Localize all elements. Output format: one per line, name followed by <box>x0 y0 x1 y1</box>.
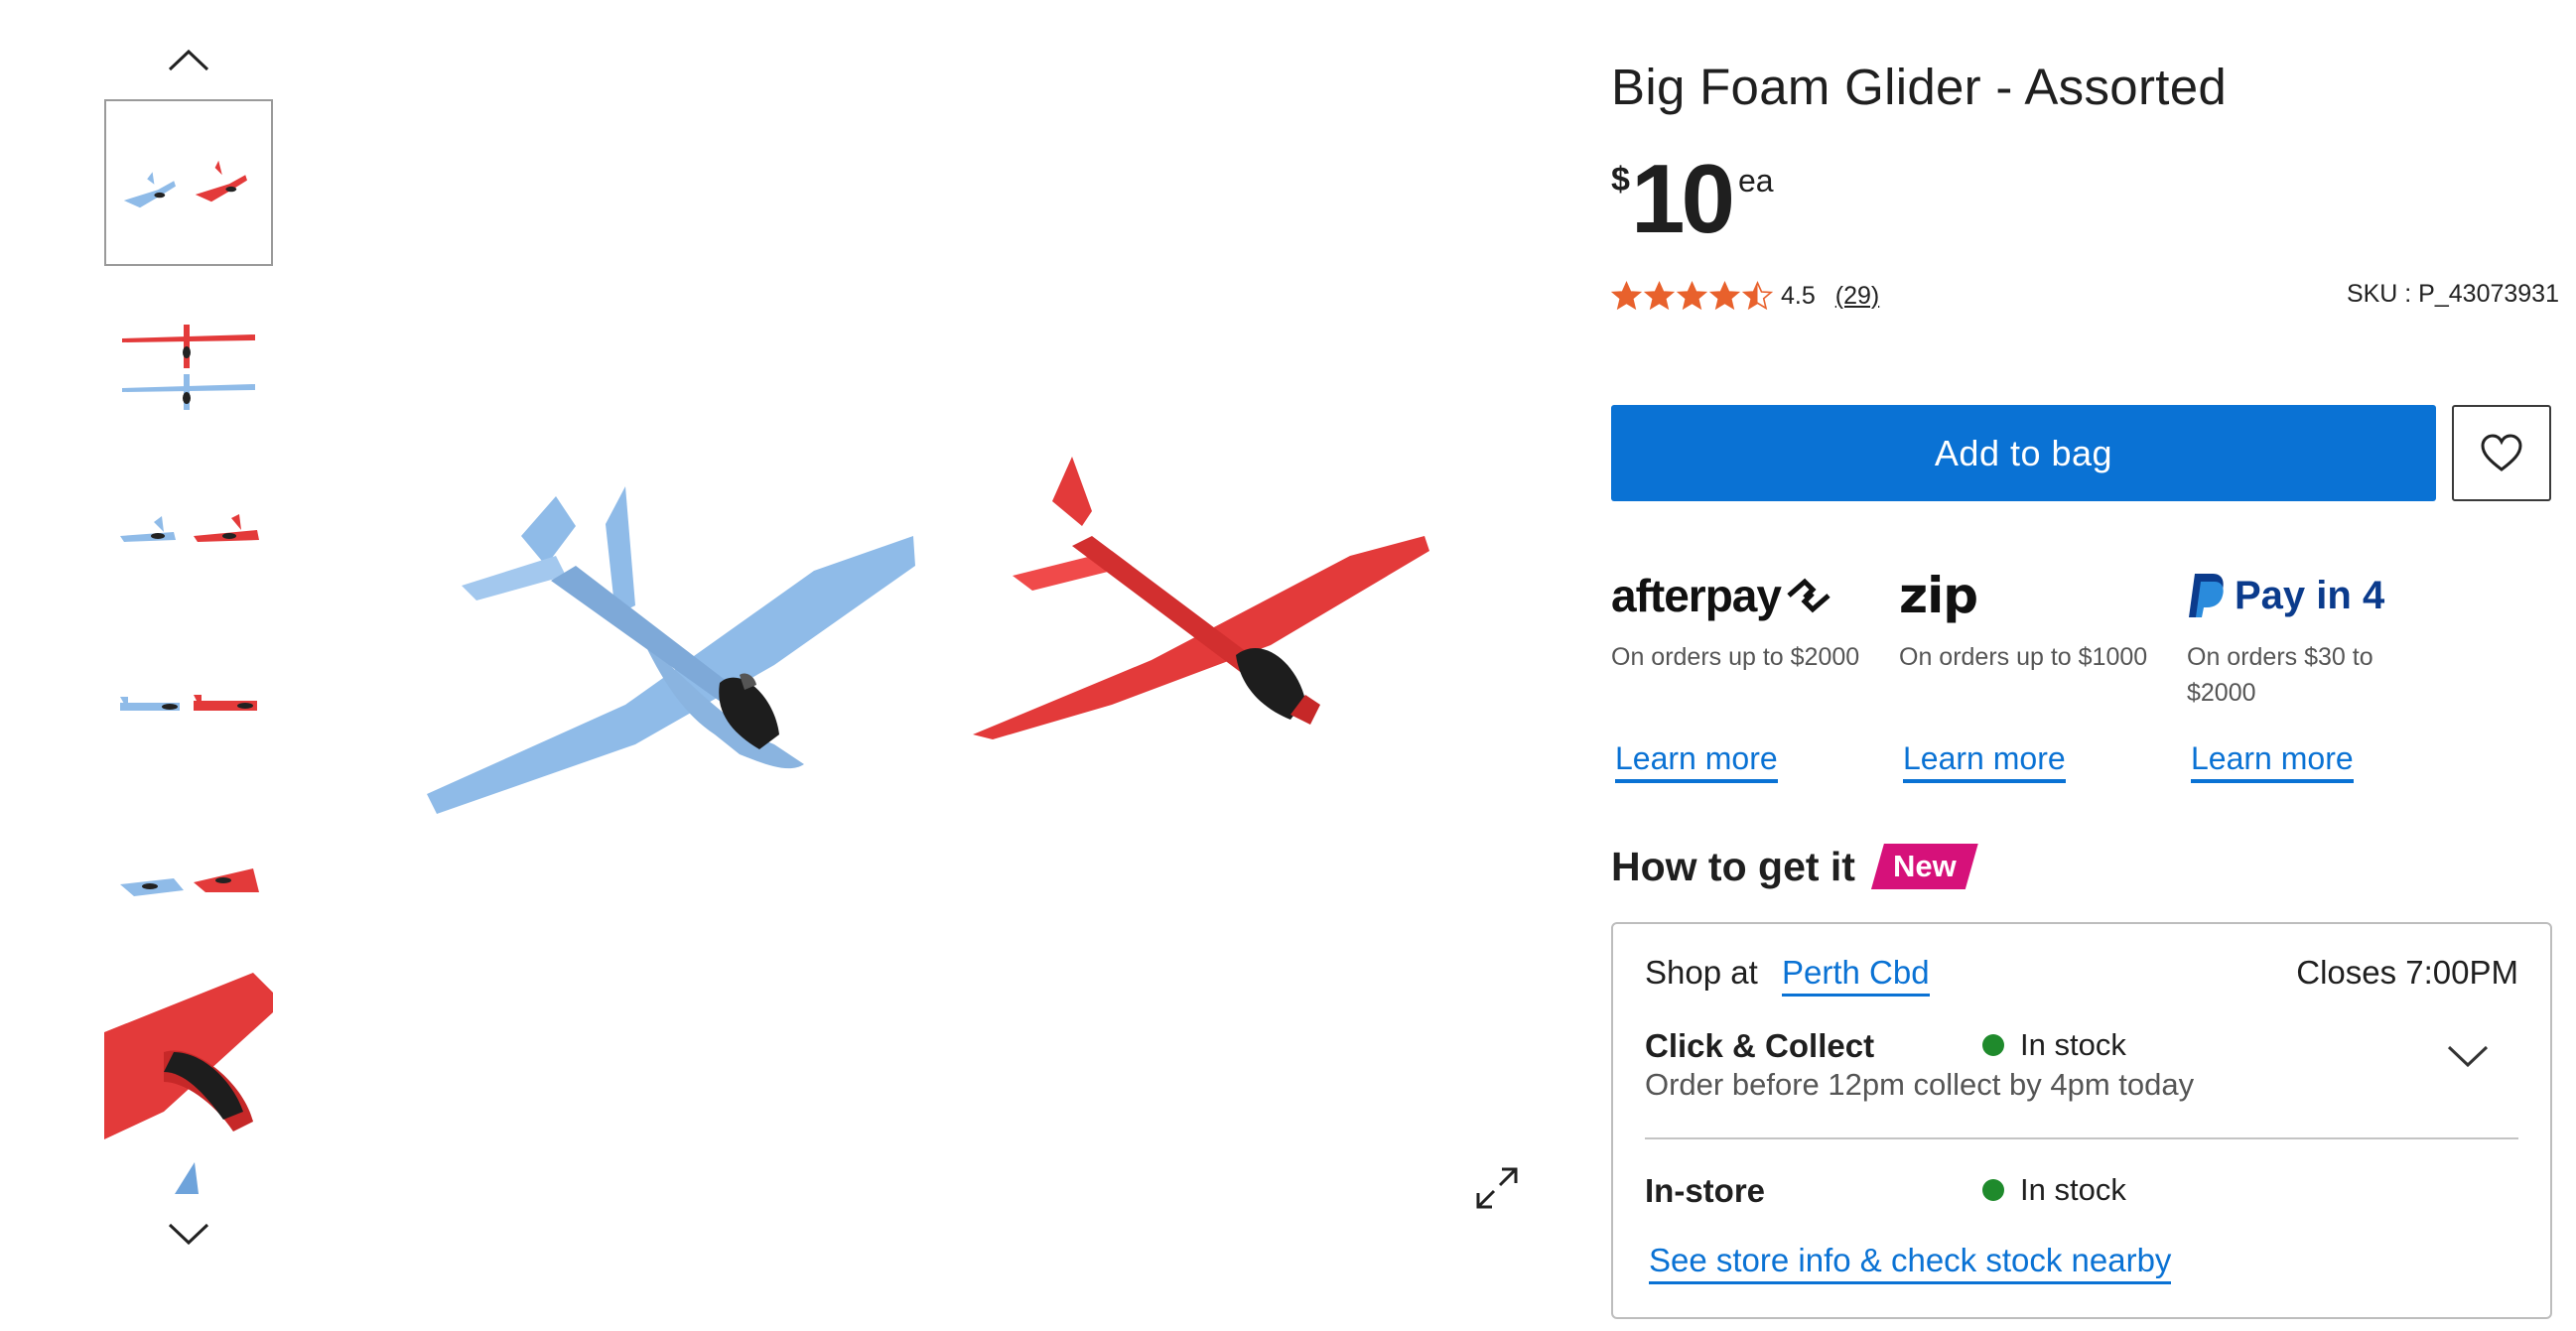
divider <box>1645 1137 2518 1139</box>
thumbnail-6[interactable] <box>104 973 273 1139</box>
star-full-icon <box>1709 280 1740 310</box>
product-info-panel: Big Foam Glider - Assorted $ 10 ea 4.5 (… <box>1611 0 2559 1331</box>
chevron-up-icon[interactable] <box>164 46 213 75</box>
afterpay-desc: On orders up to $2000 <box>1611 643 1860 671</box>
afterpay-logo: afterpay <box>1611 566 1909 625</box>
store-closing-time: Closes 7:00PM <box>2296 954 2518 991</box>
in-store-status: In stock <box>1982 1172 2126 1208</box>
price-amount: 10 <box>1631 144 1735 253</box>
afterpay-learn-more-link[interactable]: Learn more <box>1615 740 1778 783</box>
shop-at-label: Shop at <box>1645 954 1758 991</box>
payment-option-paypal: Pay in 4 On orders $30 to $2000 Learn mo… <box>2187 566 2485 794</box>
star-full-icon <box>1644 280 1675 310</box>
click-collect-status-text: In stock <box>2020 1027 2126 1062</box>
zip-desc: On orders up to $1000 <box>1899 643 2148 671</box>
red-glider-image <box>973 457 1429 739</box>
thumbnail-1[interactable] <box>104 99 273 266</box>
blue-glider-image <box>427 486 915 814</box>
click-collect-detail: Order before 12pm collect by 4pm today <box>1645 1067 2195 1102</box>
chevron-down-icon[interactable] <box>2445 1041 2491 1071</box>
in-store-title: In-store <box>1645 1172 1766 1209</box>
thumbnail-2[interactable] <box>104 274 273 441</box>
rating-value: 4.5 <box>1781 281 1816 310</box>
chevron-down-icon[interactable] <box>164 1219 213 1249</box>
payment-option-zip: zip On orders up to $1000 Learn more <box>1899 566 2197 794</box>
thumbnail-4[interactable] <box>104 623 273 790</box>
heart-icon <box>2481 433 2522 471</box>
how-to-get-it-heading: How to get it New <box>1611 842 1978 891</box>
new-badge: New <box>1870 844 1978 889</box>
price-unit: ea <box>1738 163 1774 199</box>
thumbnail-3[interactable] <box>104 449 273 615</box>
in-store-status-text: In stock <box>2020 1172 2126 1207</box>
in-stock-dot-icon <box>1982 1034 2004 1056</box>
thumbnail-gallery <box>104 40 273 1330</box>
wishlist-button[interactable] <box>2452 405 2551 501</box>
stock-availability-box: Shop at Perth Cbd Closes 7:00PM Click & … <box>1611 922 2552 1319</box>
rating-count-link[interactable]: (29) <box>1835 282 1879 311</box>
expand-icon[interactable] <box>1472 1163 1522 1213</box>
main-product-image[interactable] <box>397 437 1469 834</box>
rating-stars <box>1611 280 1773 312</box>
store-info-link[interactable]: See store info & check stock nearby <box>1649 1242 2172 1284</box>
star-half-icon <box>1742 280 1773 310</box>
zip-logo: zip <box>1899 567 1978 624</box>
star-full-icon <box>1677 280 1707 310</box>
paypal-icon <box>2189 574 2224 617</box>
star-full-icon <box>1611 280 1642 310</box>
paypal-learn-more-link[interactable]: Learn more <box>2191 740 2354 783</box>
zip-learn-more-link[interactable]: Learn more <box>1903 740 2066 783</box>
product-sku: SKU : P_43073931 <box>2346 280 2559 308</box>
thumbnail-7[interactable] <box>104 1147 273 1205</box>
how-to-get-it-title: How to get it <box>1611 843 1855 889</box>
in-stock-dot-icon <box>1982 1179 2004 1201</box>
add-to-bag-button[interactable]: Add to bag <box>1611 405 2436 501</box>
click-collect-title: Click & Collect <box>1645 1027 1875 1064</box>
paypal-logo: Pay in 4 <box>2187 566 2485 625</box>
store-name-link[interactable]: Perth Cbd <box>1782 954 1930 997</box>
product-rating: 4.5 (29) <box>1611 276 1879 316</box>
thumbnail-5[interactable] <box>104 798 273 965</box>
shop-at-row: Shop at Perth Cbd Closes 7:00PM <box>1645 954 2518 999</box>
payment-option-afterpay: afterpay On orders up to $2000 Learn mor… <box>1611 566 1909 794</box>
price-currency: $ <box>1611 161 1630 199</box>
click-collect-status: In stock <box>1982 1027 2126 1063</box>
paypal-desc: On orders $30 to $2000 <box>2187 643 2373 707</box>
product-title: Big Foam Glider - Assorted <box>1611 59 2228 115</box>
